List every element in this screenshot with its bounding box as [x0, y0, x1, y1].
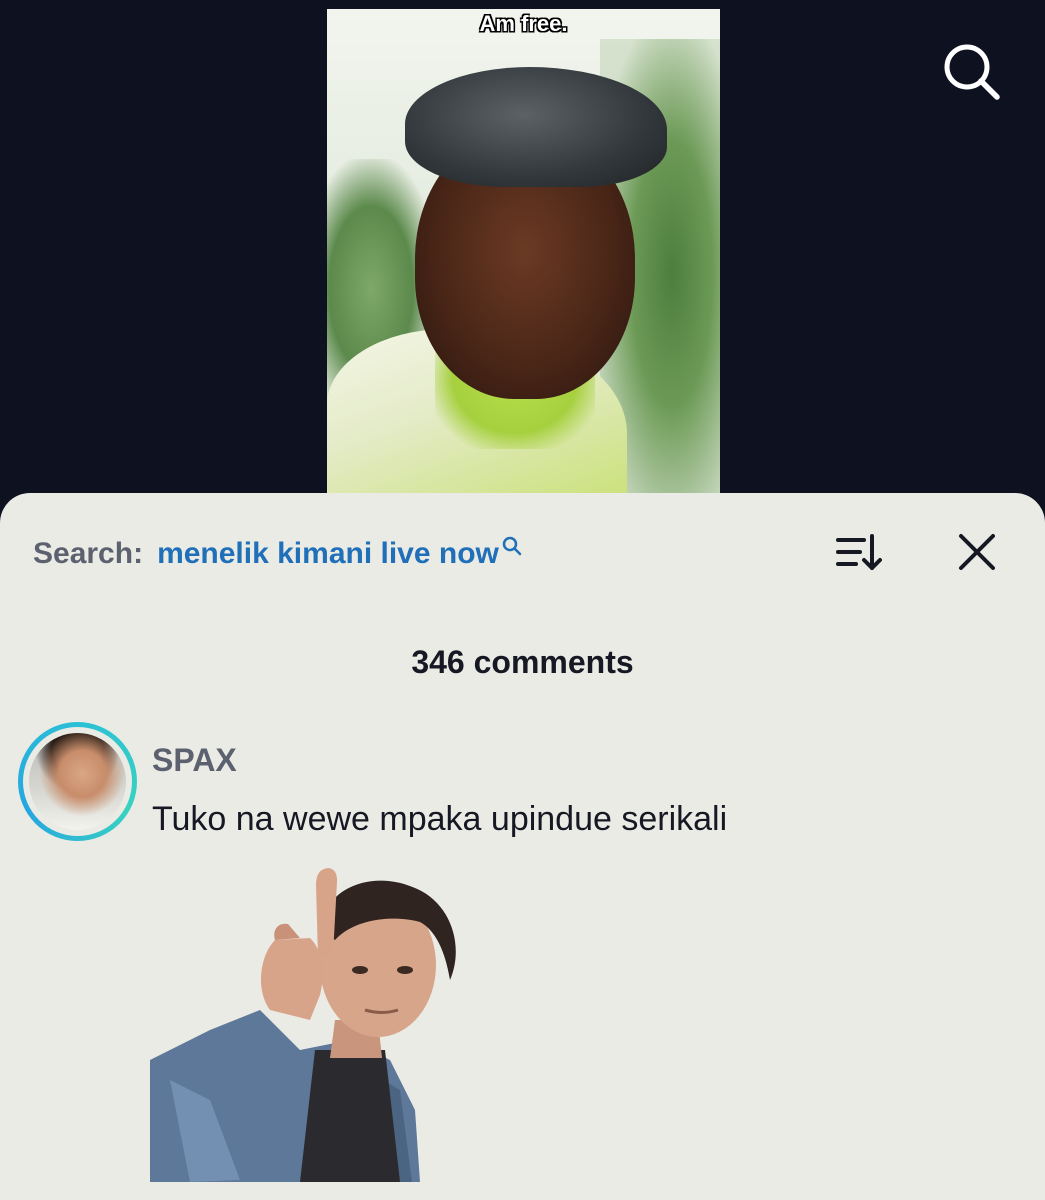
sticker-image[interactable] — [150, 860, 472, 1182]
video-person-cap — [405, 67, 667, 187]
sort-icon[interactable] — [834, 530, 882, 574]
search-row: Search: menelik kimani live now — [33, 535, 523, 570]
video-caption: Am free. — [479, 11, 568, 36]
comment-username[interactable]: SPAX — [152, 742, 237, 779]
search-icon[interactable] — [940, 40, 1002, 102]
search-query-icon[interactable] — [501, 535, 523, 557]
comment-text: Tuko na wewe mpaka upindue serikali — [152, 800, 728, 838]
video-frame[interactable]: Am free. — [327, 9, 720, 509]
avatar-inner — [23, 727, 132, 836]
close-icon[interactable] — [955, 530, 999, 574]
comments-count: 346 comments — [411, 644, 634, 680]
avatar-photo — [29, 733, 126, 830]
avatar[interactable] — [18, 722, 137, 841]
search-query-link[interactable]: menelik kimani live now — [157, 537, 499, 571]
search-label: Search: — [33, 537, 144, 570]
